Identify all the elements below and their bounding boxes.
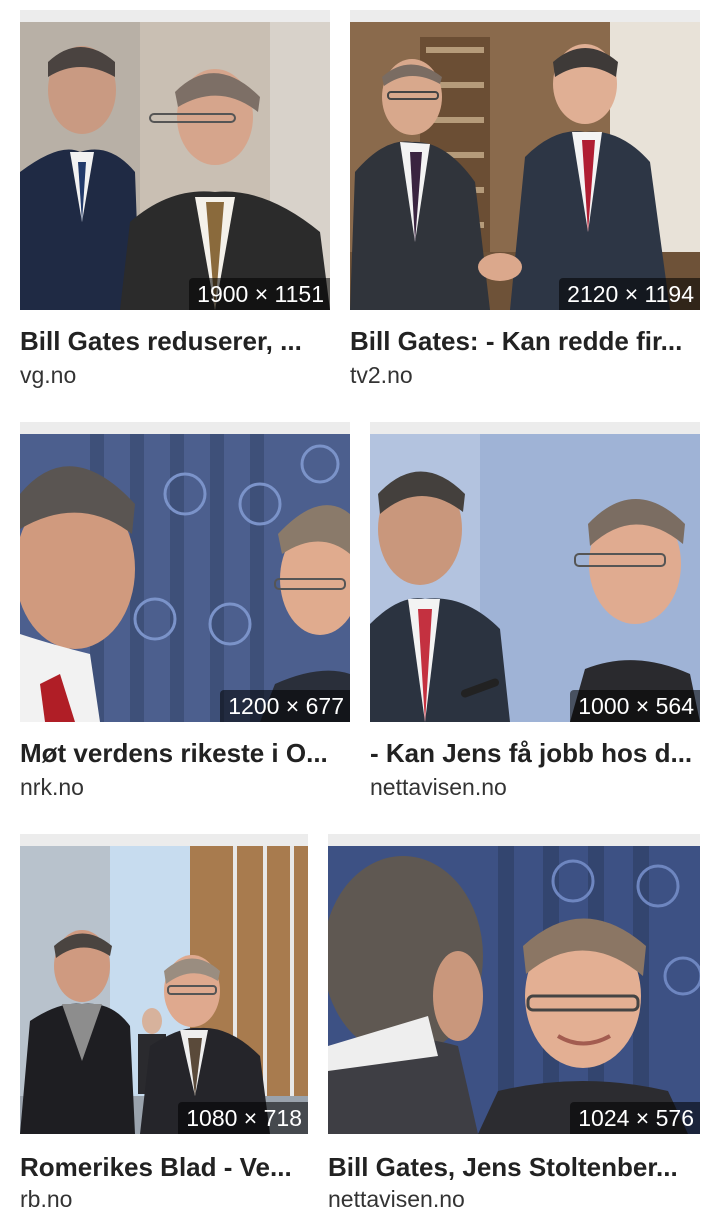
result-title[interactable]: Bill Gates: - Kan redde fir... xyxy=(350,326,700,357)
photo xyxy=(20,846,308,1134)
image-result-card[interactable]: 1200 × 677 Møt verdens rikeste i O... nr… xyxy=(20,422,350,802)
image-thumbnail[interactable]: 1000 × 564 xyxy=(370,422,700,722)
image-thumbnail[interactable]: 1080 × 718 xyxy=(20,834,308,1134)
image-result-card[interactable]: 2120 × 1194 Bill Gates: - Kan redde fir.… xyxy=(350,10,700,390)
thumbnail-top-strip xyxy=(20,422,350,434)
result-title[interactable]: Bill Gates, Jens Stoltenber... xyxy=(328,1152,700,1183)
photo xyxy=(20,434,350,722)
image-dimensions-badge: 1200 × 677 xyxy=(220,690,350,722)
image-dimensions-badge: 1000 × 564 xyxy=(570,690,700,722)
image-thumbnail[interactable]: 1024 × 576 xyxy=(328,834,700,1134)
image-result-card[interactable]: 1080 × 718 Romerikes Blad - Ve... rb.no xyxy=(20,834,308,1212)
image-dimensions-badge: 1900 × 1151 xyxy=(189,278,330,310)
result-source[interactable]: tv2.no xyxy=(350,362,700,389)
photo xyxy=(350,22,700,310)
result-title[interactable]: Møt verdens rikeste i O... xyxy=(20,738,350,769)
thumbnail-top-strip xyxy=(328,834,700,846)
photo xyxy=(20,22,330,310)
image-result-card[interactable]: 1000 × 564 - Kan Jens få jobb hos d... n… xyxy=(370,422,700,802)
image-thumbnail[interactable]: 2120 × 1194 xyxy=(350,10,700,310)
image-result-card[interactable]: 1900 × 1151 Bill Gates reduserer, ... vg… xyxy=(20,10,330,390)
image-dimensions-badge: 1080 × 718 xyxy=(178,1102,308,1134)
thumbnail-top-strip xyxy=(370,422,700,434)
result-source[interactable]: nrk.no xyxy=(20,774,350,801)
image-result-card[interactable]: 1024 × 576 Bill Gates, Jens Stoltenber..… xyxy=(328,834,700,1212)
result-title[interactable]: Bill Gates reduserer, ... xyxy=(20,326,330,357)
result-source[interactable]: nettavisen.no xyxy=(370,774,700,801)
result-title[interactable]: Romerikes Blad - Ve... xyxy=(20,1152,308,1183)
image-dimensions-badge: 1024 × 576 xyxy=(570,1102,700,1134)
photo xyxy=(370,434,700,722)
thumbnail-top-strip xyxy=(20,834,308,846)
image-thumbnail[interactable]: 1200 × 677 xyxy=(20,422,350,722)
photo xyxy=(328,846,700,1134)
thumbnail-top-strip xyxy=(20,10,330,22)
image-thumbnail[interactable]: 1900 × 1151 xyxy=(20,10,330,310)
thumbnail-top-strip xyxy=(350,10,700,22)
result-source[interactable]: vg.no xyxy=(20,362,330,389)
result-title[interactable]: - Kan Jens få jobb hos d... xyxy=(370,738,700,769)
image-dimensions-badge: 2120 × 1194 xyxy=(559,278,700,310)
